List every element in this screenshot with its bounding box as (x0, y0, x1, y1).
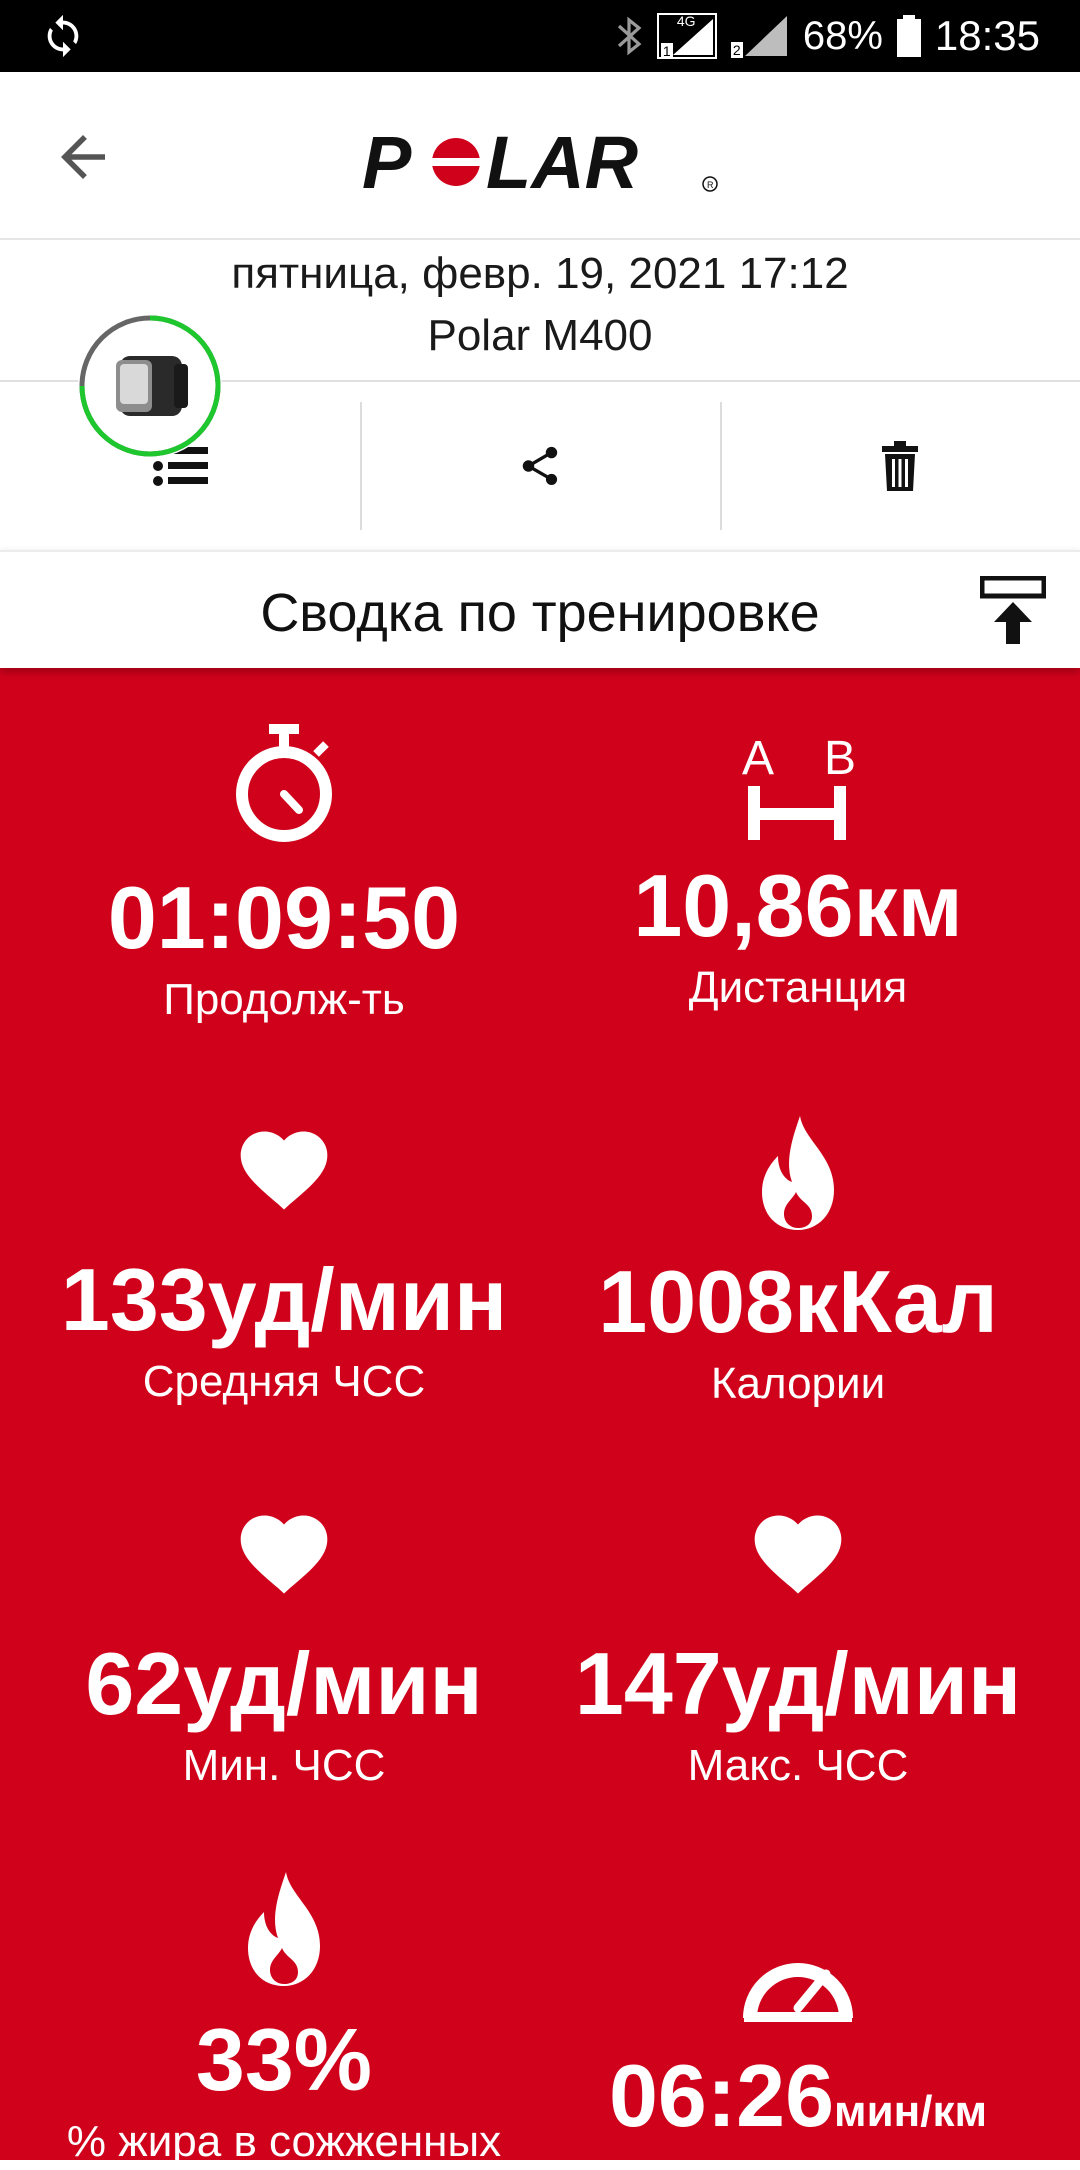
calories-label: Калории (710, 1359, 886, 1408)
svg-text:B: B (824, 734, 856, 785)
device-avatar (78, 314, 222, 458)
svg-text:R: R (707, 180, 714, 190)
back-arrow-icon[interactable] (50, 124, 116, 190)
battery-icon (896, 15, 921, 57)
watch-icon (116, 356, 188, 416)
speedometer-icon (743, 1963, 853, 2022)
distance-label: Дистанция (688, 963, 908, 1012)
heart-icon (240, 1515, 328, 1594)
pace-unit: мин/км (834, 2087, 988, 2136)
distance-value: 10,86км (633, 856, 963, 955)
svg-text:LAR: LAR (486, 122, 638, 202)
delete-button[interactable] (720, 384, 1080, 548)
svg-text:P: P (362, 122, 412, 202)
signal-sim2: 2 (730, 14, 789, 58)
stat-pace: 06:26мин/км (528, 1942, 1068, 2162)
clock: 18:35 (934, 12, 1040, 59)
avg-hr-label: Средняя ЧСС (142, 1357, 426, 1406)
stat-calories: 1008кКал Калории (528, 1116, 1068, 1412)
app-bar: P LAR R (0, 72, 1080, 240)
polar-logo: P LAR R (362, 122, 718, 202)
heart-icon (240, 1131, 328, 1210)
max-hr-label: Макс. ЧСС (687, 1741, 909, 1790)
sync-icon (47, 14, 79, 58)
stat-distance: A B 10,86км Дистанция (528, 734, 1068, 1016)
training-summary: 01:09:50 Продолж-ть A B 10,86км Дистанци… (0, 668, 1080, 2166)
share-icon (522, 446, 558, 486)
stopwatch-icon (236, 724, 332, 842)
duration-label: Продолж-ть (163, 975, 405, 1024)
stat-min-hr: 62уд/мин Мин. ЧСС (14, 1502, 554, 1794)
export-icon[interactable] (980, 576, 1046, 646)
min-hr-value: 62уд/мин (85, 1634, 483, 1733)
signal-sim1: 4G 1 (656, 13, 717, 59)
session-date: пятница, февр. 19, 2021 17:12 (231, 249, 849, 298)
fat-burn-value: 33% (195, 2010, 373, 2109)
stat-fat-burn: 33% % жира в сожженных (14, 1872, 554, 2170)
battery-percent: 68% (802, 13, 883, 58)
min-hr-label: Мин. ЧСС (182, 1741, 386, 1790)
fat-burn-label: % жира в сожженных (66, 2117, 502, 2166)
status-bar: 4G 1 2 68% 18:35 (0, 0, 1080, 72)
pace-value: 06:26мин/км (608, 2046, 988, 2145)
trash-icon (882, 441, 918, 491)
section-title: Сводка по тренировке (260, 583, 820, 643)
distance-icon: A B (742, 734, 856, 840)
stat-avg-hr: 133уд/мин Средняя ЧСС (14, 1118, 554, 1410)
max-hr-value: 147уд/мин (574, 1634, 1022, 1733)
flame-icon (248, 1872, 320, 1986)
avg-hr-value: 133уд/мин (60, 1250, 508, 1349)
calories-value: 1008кКал (598, 1252, 998, 1351)
heart-icon (754, 1515, 842, 1594)
duration-value: 01:09:50 (107, 868, 461, 967)
bluetooth-icon (617, 16, 642, 56)
stat-max-hr: 147уд/мин Макс. ЧСС (528, 1502, 1068, 1794)
summary-header: Сводка по тренировке (0, 550, 1080, 668)
flame-icon (762, 1116, 834, 1230)
stat-duration: 01:09:50 Продолж-ть (14, 724, 554, 1028)
share-button[interactable] (360, 384, 720, 548)
svg-text:A: A (742, 734, 774, 785)
